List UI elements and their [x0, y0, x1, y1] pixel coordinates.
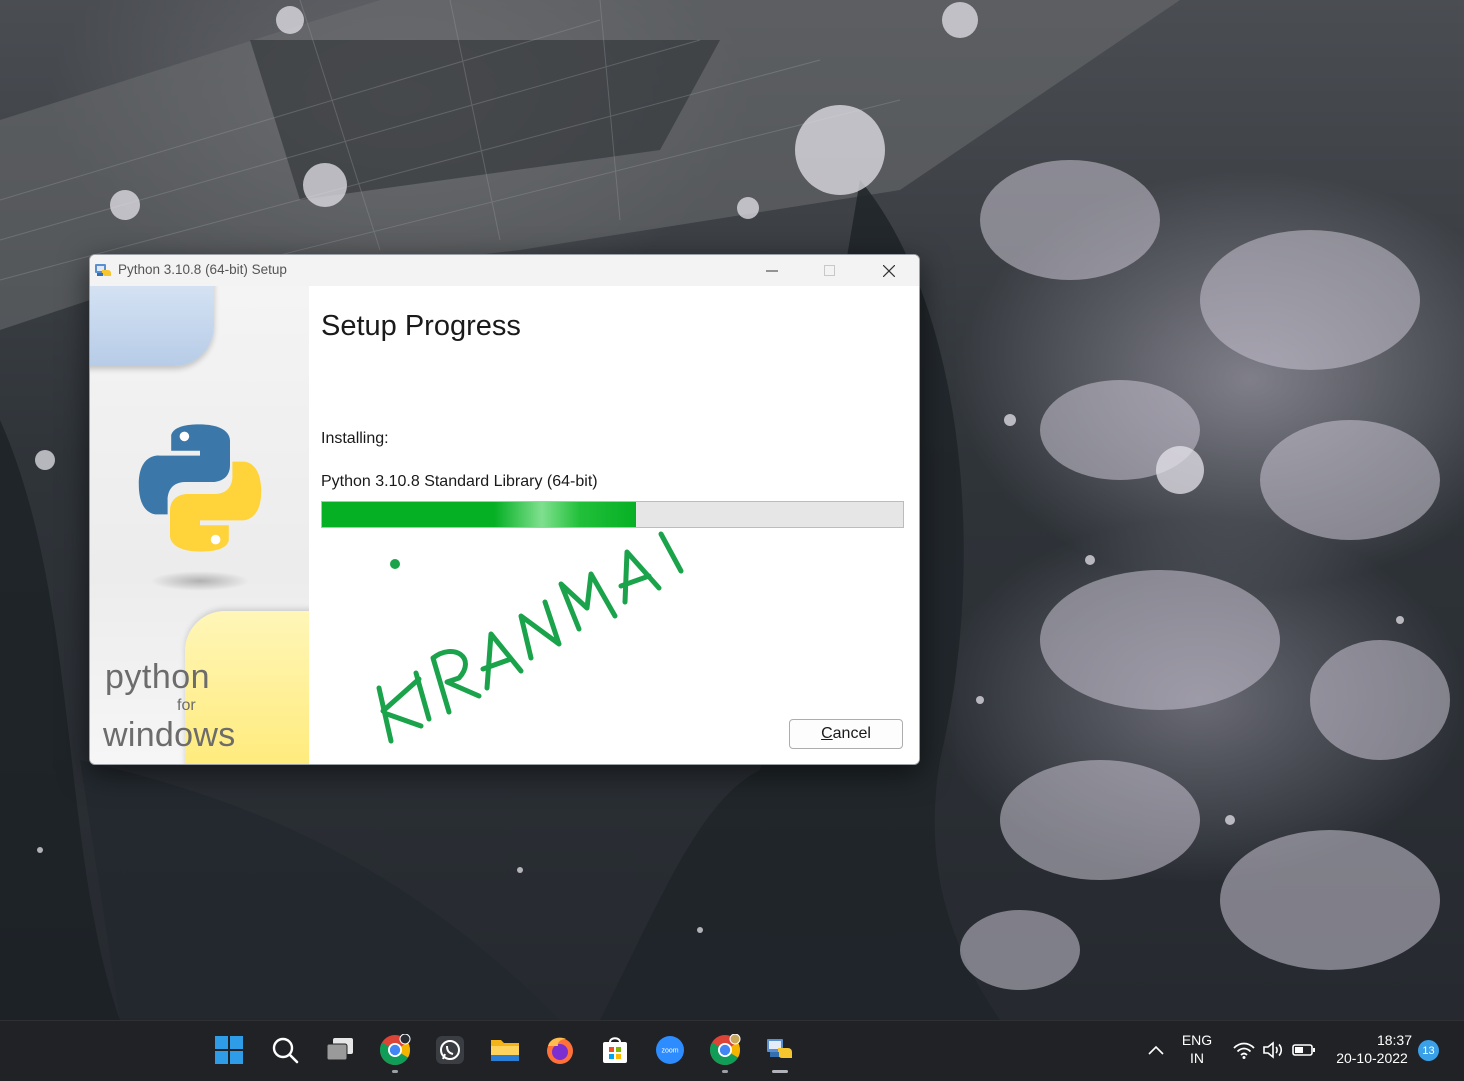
handwritten-signature-drawing [376, 531, 684, 744]
input-language-indicator[interactable]: ENG IN [1176, 1032, 1218, 1066]
network-button[interactable] [1228, 1034, 1260, 1066]
cancel-button[interactable]: Cancel [789, 719, 903, 749]
python-logo-icon [138, 424, 262, 552]
chrome-running-indicator [392, 1070, 398, 1073]
title-bar[interactable]: Python 3.10.8 (64-bit) Setup [90, 255, 919, 286]
chrome-profile-taskbar-button[interactable] [709, 1034, 741, 1066]
file-explorer-icon [491, 1040, 519, 1061]
brand-windows-text: windows [103, 716, 236, 754]
decorative-blue-shape [90, 286, 214, 366]
zoom-icon: zoom [656, 1036, 684, 1064]
clock-time: 18:37 [1376, 1032, 1412, 1048]
search-button[interactable] [269, 1034, 301, 1066]
chrome-icon [380, 1034, 411, 1066]
microsoft-store-icon [603, 1037, 627, 1063]
zoom-taskbar-button[interactable]: zoom [654, 1034, 686, 1066]
chrome-profile-icon [710, 1034, 741, 1066]
volume-button[interactable] [1258, 1034, 1290, 1066]
microsoft-store-taskbar-button[interactable] [599, 1034, 631, 1066]
python-setup-app-icon [95, 264, 111, 276]
clock[interactable]: 18:37 20-10-2022 [1328, 1032, 1416, 1066]
battery-icon [1292, 1044, 1315, 1056]
zoom-icon-label: zoom [661, 1048, 678, 1055]
close-button[interactable] [860, 255, 918, 286]
clock-date: 20-10-2022 [1336, 1050, 1408, 1066]
cancel-button-label: ancel [832, 725, 871, 742]
brand-for-text: for [177, 697, 196, 714]
whatsapp-taskbar-button[interactable] [434, 1034, 466, 1066]
firefox-icon [547, 1037, 573, 1064]
chrome-profile-running-indicator [722, 1070, 728, 1073]
maximize-button [801, 255, 859, 286]
chrome-taskbar-button[interactable] [379, 1034, 411, 1066]
cancel-accelerator-key: C [821, 725, 833, 742]
battery-button[interactable] [1288, 1034, 1320, 1066]
task-view-button[interactable] [324, 1034, 356, 1066]
search-icon [272, 1037, 299, 1064]
windows-start-icon [215, 1036, 243, 1064]
task-view-icon [326, 1038, 353, 1061]
window-title: Python 3.10.8 (64-bit) Setup [118, 262, 287, 277]
setup-content-pane: Setup Progress Installing: Python 3.10.8… [309, 286, 919, 764]
python-setup-active-indicator [772, 1070, 788, 1073]
python-setup-icon [767, 1039, 792, 1058]
close-icon [883, 264, 895, 277]
python-setup-window[interactable]: Python 3.10.8 (64-bit) Setup python for … [89, 254, 920, 765]
language-code: ENG [1181, 1032, 1213, 1048]
notification-count-badge[interactable]: 13 [1418, 1040, 1439, 1061]
speaker-icon [1263, 1041, 1283, 1059]
firefox-taskbar-button[interactable] [544, 1034, 576, 1066]
installer-side-banner: python for windows [90, 286, 309, 764]
windows-start-button[interactable] [213, 1034, 245, 1066]
show-hidden-icons-button[interactable] [1140, 1034, 1172, 1066]
brand-python-text: python [105, 658, 211, 696]
chevron-up-icon [1148, 1045, 1164, 1055]
wifi-icon [1233, 1042, 1255, 1059]
logo-shadow [150, 571, 250, 591]
maximize-icon [824, 264, 835, 276]
minimize-icon [766, 270, 778, 271]
whatsapp-icon [436, 1036, 464, 1064]
minimize-button[interactable] [743, 255, 801, 286]
file-explorer-taskbar-button[interactable] [489, 1034, 521, 1066]
region-code: IN [1190, 1050, 1204, 1066]
python-setup-taskbar-button[interactable] [764, 1034, 796, 1066]
